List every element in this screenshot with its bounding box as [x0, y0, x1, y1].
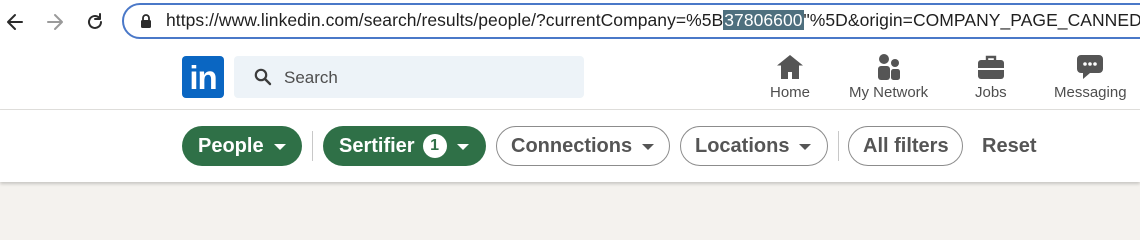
address-bar[interactable]: https://www.linkedin.com/search/results/…	[122, 3, 1140, 39]
company-filter-label: Sertifier	[339, 134, 415, 157]
url-suffix: "%5D&origin=COMPANY_PAGE_CANNED_SEARCH	[803, 10, 1140, 30]
url-prefix: https://www.linkedin.com/search/results/…	[166, 10, 724, 30]
linkedin-logo[interactable]: in	[182, 56, 224, 98]
caret-down-icon	[642, 144, 655, 150]
nav-messaging-label: Messaging	[1054, 84, 1127, 101]
connections-filter-button[interactable]: Connections	[496, 126, 670, 166]
url-selected-text: 37806600	[723, 10, 804, 30]
nav-home-label: Home	[770, 84, 811, 101]
company-filter-count-badge: 1	[422, 134, 447, 158]
caret-down-icon	[273, 144, 286, 150]
locations-filter-label: Locations	[695, 134, 790, 157]
lock-icon	[141, 14, 151, 28]
company-filter-button[interactable]: Sertifier 1	[323, 126, 486, 166]
people-filter-button[interactable]: People	[182, 126, 302, 166]
arrow-left-icon	[7, 14, 23, 30]
filter-divider	[838, 131, 839, 161]
reset-button[interactable]: Reset	[982, 135, 1036, 158]
search-placeholder: Search	[284, 68, 338, 87]
reload-button[interactable]	[82, 9, 108, 35]
messaging-icon	[1077, 55, 1104, 79]
nav-my-network[interactable]: My Network	[849, 52, 928, 108]
url-text: https://www.linkedin.com/search/results/…	[166, 10, 1140, 31]
linkedin-header: in Search Home My Network Jobs Messaging	[0, 44, 1140, 110]
nav-jobs-label: Jobs	[975, 84, 1007, 101]
nav-my-network-label: My Network	[849, 84, 929, 101]
arrow-right-icon	[47, 14, 63, 30]
all-filters-button[interactable]: All filters	[848, 126, 963, 166]
network-icon	[877, 54, 900, 80]
connections-filter-label: Connections	[511, 134, 633, 157]
people-filter-label: People	[198, 134, 264, 157]
search-icon	[254, 68, 272, 86]
logo-text: in	[189, 59, 217, 96]
search-filter-bar: People Sertifier 1 Connections Locations…	[0, 110, 1140, 182]
forward-button[interactable]	[42, 9, 68, 35]
caret-down-icon	[799, 144, 812, 150]
reload-icon	[88, 13, 102, 29]
nav-messaging[interactable]: Messaging	[1054, 52, 1127, 108]
filter-divider	[312, 131, 313, 161]
browser-toolbar: https://www.linkedin.com/search/results/…	[0, 0, 1140, 44]
locations-filter-button[interactable]: Locations	[680, 126, 828, 166]
briefcase-icon	[977, 55, 1004, 79]
all-filters-label: All filters	[863, 134, 949, 157]
home-icon	[777, 55, 803, 79]
back-button[interactable]	[2, 9, 28, 35]
nav-jobs[interactable]: Jobs	[975, 52, 1007, 108]
nav-home[interactable]: Home	[770, 52, 810, 108]
caret-down-icon	[456, 144, 469, 150]
search-input[interactable]: Search	[234, 56, 584, 98]
